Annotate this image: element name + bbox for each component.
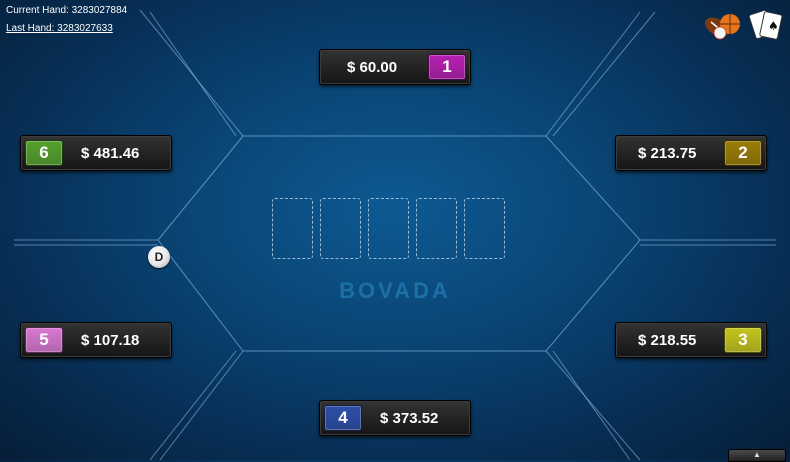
playing-cards-icon[interactable]: ♠ [746, 8, 786, 42]
seat-3[interactable]: $ 218.55 3 [615, 322, 767, 358]
seat-stack: $ 373.52 [380, 409, 439, 427]
seat-number-badge: 2 [724, 140, 762, 166]
sports-balls-icon[interactable] [702, 8, 742, 42]
seat-number-badge: 3 [724, 327, 762, 353]
seat-stack: $ 218.55 [638, 331, 697, 349]
card-slot [464, 198, 505, 259]
last-hand-link[interactable]: Last Hand: 3283027633 [6, 23, 113, 34]
card-slot [272, 198, 313, 259]
seat-4[interactable]: 4 $ 373.52 [319, 400, 471, 436]
dealer-button: D [148, 246, 170, 268]
seat-number-badge: 1 [428, 54, 466, 80]
card-slot [416, 198, 457, 259]
expand-panel-button[interactable]: ▲ [728, 449, 786, 462]
card-slot [368, 198, 409, 259]
seat-number-badge: 6 [25, 140, 63, 166]
seat-stack: $ 60.00 [347, 58, 398, 76]
card-slot [320, 198, 361, 259]
current-hand-label: Current Hand: 3283027884 [6, 5, 128, 16]
seat-1[interactable]: $ 60.00 1 [319, 49, 471, 85]
table-logo: BOVADA [339, 278, 451, 303]
seat-stack: $ 213.75 [638, 144, 697, 162]
svg-text:♠: ♠ [768, 19, 779, 33]
seat-6[interactable]: 6 $ 481.46 [20, 135, 172, 171]
seat-stack: $ 481.46 [81, 144, 140, 162]
seat-5[interactable]: 5 $ 107.18 [20, 322, 172, 358]
seat-number-badge: 4 [324, 405, 362, 431]
seat-stack: $ 107.18 [81, 331, 140, 349]
community-cards [272, 198, 505, 259]
chevron-up-icon: ▲ [753, 450, 761, 459]
seat-number-badge: 5 [25, 327, 63, 353]
seat-2[interactable]: $ 213.75 2 [615, 135, 767, 171]
